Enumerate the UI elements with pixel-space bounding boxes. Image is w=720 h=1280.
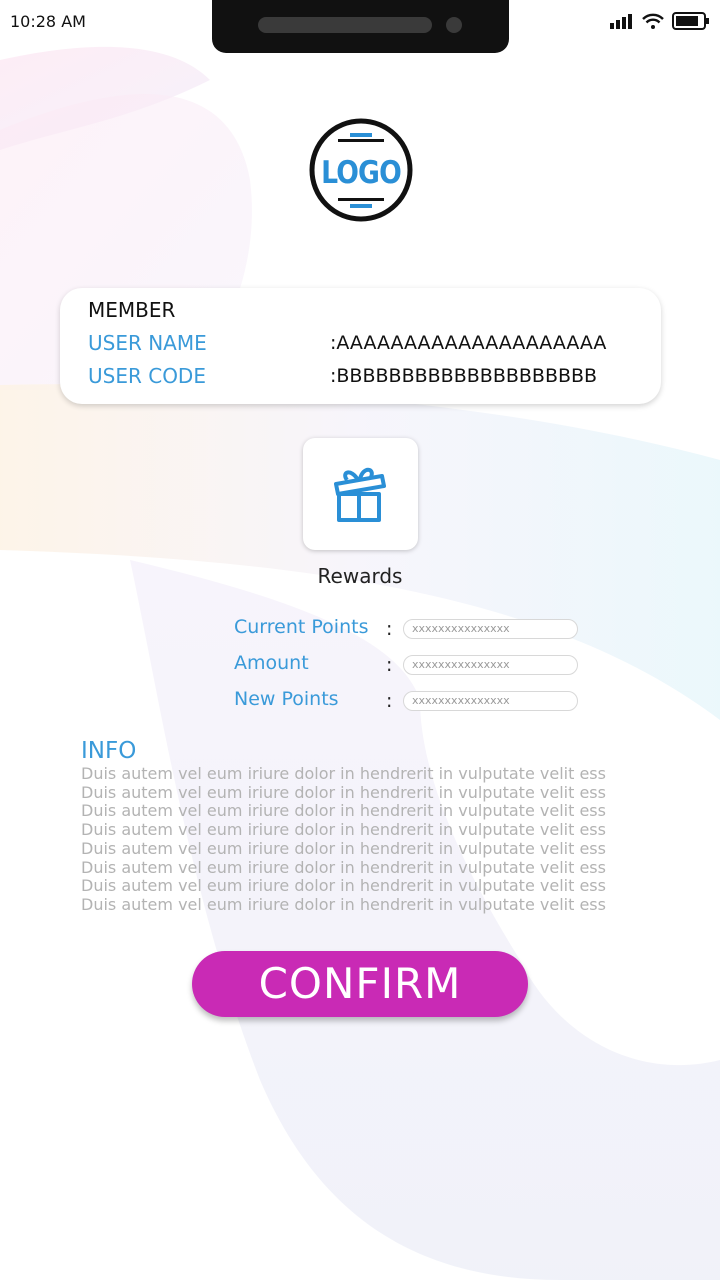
device-notch [212, 0, 509, 53]
user-name-label: USER NAME [88, 331, 207, 355]
info-line: Duis autem vel eum iriure dolor in hendr… [81, 820, 606, 840]
info-line: Duis autem vel eum iriure dolor in hendr… [81, 782, 606, 802]
wifi-icon [642, 13, 664, 29]
status-time: 10:28 AM [10, 12, 86, 31]
gift-icon [333, 467, 386, 522]
signal-icon [610, 14, 632, 29]
new-points-field[interactable]: xxxxxxxxxxxxxxx [403, 691, 578, 711]
user-name-value: :AAAAAAAAAAAAAAAAAAAA [330, 332, 607, 354]
info-text: Duis autem vel eum iriure dolor in hendr… [81, 765, 661, 915]
member-card: MEMBER USER NAME :AAAAAAAAAAAAAAAAAAAA U… [60, 288, 661, 404]
new-points-label: New Points [234, 688, 339, 710]
amount-label: Amount [234, 652, 309, 674]
info-line: Duis autem vel eum iriure dolor in hendr… [81, 801, 606, 821]
info-line: Duis autem vel eum iriure dolor in hendr… [81, 876, 606, 896]
user-code-label: USER CODE [88, 364, 206, 388]
amount-colon: : [386, 654, 393, 676]
logo-icon: LOGO [309, 118, 413, 222]
notch-camera [446, 17, 462, 33]
info-title: INFO [81, 738, 137, 764]
user-code-value: :BBBBBBBBBBBBBBBBBBBB [330, 365, 598, 387]
amount-field[interactable]: xxxxxxxxxxxxxxx [403, 655, 578, 675]
notch-speaker [258, 17, 432, 33]
current-points-field[interactable]: xxxxxxxxxxxxxxx [403, 619, 578, 639]
confirm-button[interactable]: CONFIRM [192, 951, 528, 1017]
info-line: Duis autem vel eum iriure dolor in hendr… [81, 765, 606, 783]
logo-text: LOGO [321, 154, 401, 190]
member-heading: MEMBER [88, 298, 176, 322]
rewards-label: Rewards [317, 564, 403, 588]
rewards-button[interactable] [303, 438, 418, 550]
info-line: Duis autem vel eum iriure dolor in hendr… [81, 894, 606, 914]
new-points-colon: : [386, 690, 393, 712]
current-points-label: Current Points [234, 616, 369, 638]
info-line: Duis autem vel eum iriure dolor in hendr… [81, 838, 606, 858]
status-icons [610, 12, 710, 30]
info-line: Duis autem vel eum iriure dolor in hendr… [81, 857, 606, 877]
battery-icon [672, 12, 709, 30]
current-points-colon: : [386, 618, 393, 640]
